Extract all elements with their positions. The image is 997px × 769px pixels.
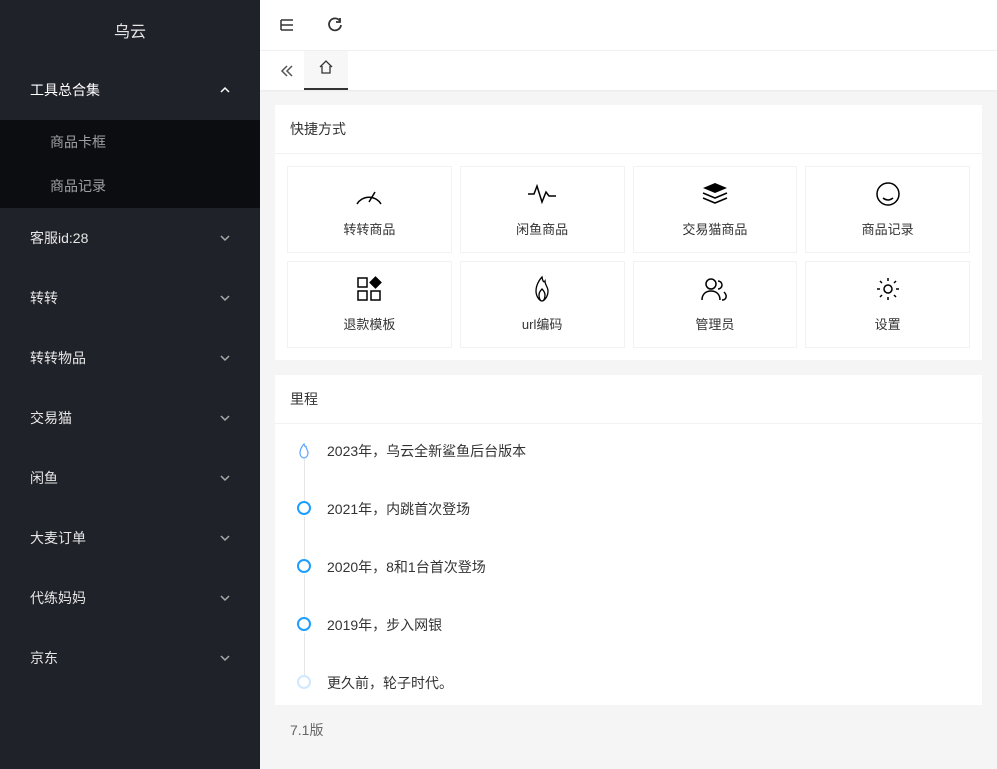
timeline-card: 里程 2023年，乌云全新鲨鱼后台版本 2021年，内跳首次登场 bbox=[275, 375, 982, 705]
nav-label: 客服id:28 bbox=[30, 228, 88, 248]
sub-label: 商品卡框 bbox=[50, 134, 106, 150]
timeline-dot-icon bbox=[297, 559, 311, 573]
sub-item-product-card[interactable]: 商品卡框 bbox=[0, 120, 260, 164]
topbar bbox=[260, 0, 997, 50]
timeline-item: 更久前，轮子时代。 bbox=[297, 673, 960, 693]
shortcut-label: 转转商品 bbox=[343, 219, 395, 238]
chevron-down-icon bbox=[220, 233, 230, 243]
nav-label: 转转物品 bbox=[30, 348, 86, 368]
nav-item-service[interactable]: 客服id:28 bbox=[0, 208, 260, 268]
chevron-down-icon bbox=[220, 413, 230, 423]
pulse-icon bbox=[525, 181, 559, 207]
timeline-item: 2023年，乌云全新鲨鱼后台版本 bbox=[297, 441, 960, 499]
version-label: 7.1版 bbox=[275, 720, 982, 750]
shortcut-zhuanzhuan[interactable]: 转转商品 bbox=[287, 166, 452, 253]
timeline-text: 2020年，8和1台首次登场 bbox=[327, 559, 486, 575]
timeline-item: 2020年，8和1台首次登场 bbox=[297, 557, 960, 615]
chevron-down-icon bbox=[220, 293, 230, 303]
shortcut-settings[interactable]: 设置 bbox=[805, 261, 970, 348]
nav-label: 转转 bbox=[30, 288, 58, 308]
timeline-text: 2021年，内跳首次登场 bbox=[327, 501, 470, 517]
nav-item-zhuanzhuan[interactable]: 转转 bbox=[0, 268, 260, 328]
sidebar: 乌云 工具总合集 商品卡框 商品记录 客服id:28 转转 转转物品 交易猫 闲… bbox=[0, 0, 260, 769]
nav-label: 大麦订单 bbox=[30, 528, 86, 548]
content-area: 快捷方式 转转商品 闲鱼商品 bbox=[260, 90, 997, 769]
shortcut-label: 退款模板 bbox=[343, 314, 395, 333]
nav-label: 闲鱼 bbox=[30, 468, 58, 488]
nav-label: 交易猫 bbox=[30, 408, 72, 428]
sub-item-product-record[interactable]: 商品记录 bbox=[0, 164, 260, 208]
shortcut-jiaoyimao[interactable]: 交易猫商品 bbox=[633, 166, 798, 253]
timeline-item: 2019年，步入网银 bbox=[297, 615, 960, 673]
timeline-dot-icon bbox=[297, 675, 311, 689]
sidebar-logo: 乌云 bbox=[0, 0, 260, 60]
app-title: 乌云 bbox=[114, 18, 146, 42]
chevron-down-icon bbox=[220, 353, 230, 363]
shortcut-grid: 转转商品 闲鱼商品 交易猫商品 bbox=[287, 166, 970, 348]
main-area: 快捷方式 转转商品 闲鱼商品 bbox=[260, 0, 997, 769]
shortcuts-title: 快捷方式 bbox=[275, 105, 982, 154]
layers-icon bbox=[698, 181, 732, 207]
timeline-dot-icon bbox=[297, 617, 311, 631]
tab-prev-icon[interactable] bbox=[270, 51, 304, 90]
shortcut-label: 交易猫商品 bbox=[682, 219, 747, 238]
nav-item-damai[interactable]: 大麦订单 bbox=[0, 508, 260, 568]
refresh-icon[interactable] bbox=[326, 16, 344, 34]
timeline-fire-icon bbox=[296, 443, 312, 459]
shortcuts-card: 快捷方式 转转商品 闲鱼商品 bbox=[275, 105, 982, 360]
apps-icon bbox=[352, 276, 386, 302]
chevron-down-icon bbox=[220, 593, 230, 603]
nav-item-xianyu[interactable]: 闲鱼 bbox=[0, 448, 260, 508]
shortcut-label: 商品记录 bbox=[862, 219, 914, 238]
timeline-item: 2021年，内跳首次登场 bbox=[297, 499, 960, 557]
nav-label: 京东 bbox=[30, 648, 58, 668]
nav-item-tools[interactable]: 工具总合集 bbox=[0, 60, 260, 120]
nav-item-dailian[interactable]: 代练妈妈 bbox=[0, 568, 260, 628]
nav-label: 代练妈妈 bbox=[30, 588, 86, 608]
collapse-icon[interactable] bbox=[278, 16, 296, 34]
gear-icon bbox=[871, 276, 905, 302]
shortcut-label: url编码 bbox=[522, 314, 562, 333]
sub-label: 商品记录 bbox=[50, 178, 106, 194]
chevron-down-icon bbox=[220, 473, 230, 483]
shortcut-label: 闲鱼商品 bbox=[516, 219, 568, 238]
shortcut-label: 设置 bbox=[875, 314, 901, 333]
nav-item-jingdong[interactable]: 京东 bbox=[0, 628, 260, 688]
shortcut-label: 管理员 bbox=[695, 314, 734, 333]
users-icon bbox=[698, 276, 732, 302]
shortcut-refund[interactable]: 退款模板 bbox=[287, 261, 452, 348]
chevron-up-icon bbox=[220, 85, 230, 95]
timeline: 2023年，乌云全新鲨鱼后台版本 2021年，内跳首次登场 2020年，8和1台… bbox=[287, 436, 970, 693]
timeline-text: 2019年，步入网银 bbox=[327, 617, 442, 633]
shortcut-admin[interactable]: 管理员 bbox=[633, 261, 798, 348]
shortcut-record[interactable]: 商品记录 bbox=[805, 166, 970, 253]
timeline-dot-icon bbox=[297, 501, 311, 515]
home-icon bbox=[318, 59, 334, 80]
tabs-row bbox=[260, 50, 997, 90]
nav-label: 工具总合集 bbox=[30, 80, 100, 100]
shortcut-xianyu[interactable]: 闲鱼商品 bbox=[460, 166, 625, 253]
timeline-title: 里程 bbox=[275, 375, 982, 424]
timeline-text: 更久前，轮子时代。 bbox=[327, 675, 453, 691]
smile-icon bbox=[871, 181, 905, 207]
nav-item-jiaoyimao[interactable]: 交易猫 bbox=[0, 388, 260, 448]
fire-icon bbox=[525, 276, 559, 302]
timeline-text: 2023年，乌云全新鲨鱼后台版本 bbox=[327, 443, 526, 459]
nav-item-zhuanzhuan-items[interactable]: 转转物品 bbox=[0, 328, 260, 388]
chevron-down-icon bbox=[220, 533, 230, 543]
tab-home[interactable] bbox=[304, 51, 348, 90]
gauge-icon bbox=[352, 181, 386, 207]
chevron-down-icon bbox=[220, 653, 230, 663]
shortcut-urlencode[interactable]: url编码 bbox=[460, 261, 625, 348]
